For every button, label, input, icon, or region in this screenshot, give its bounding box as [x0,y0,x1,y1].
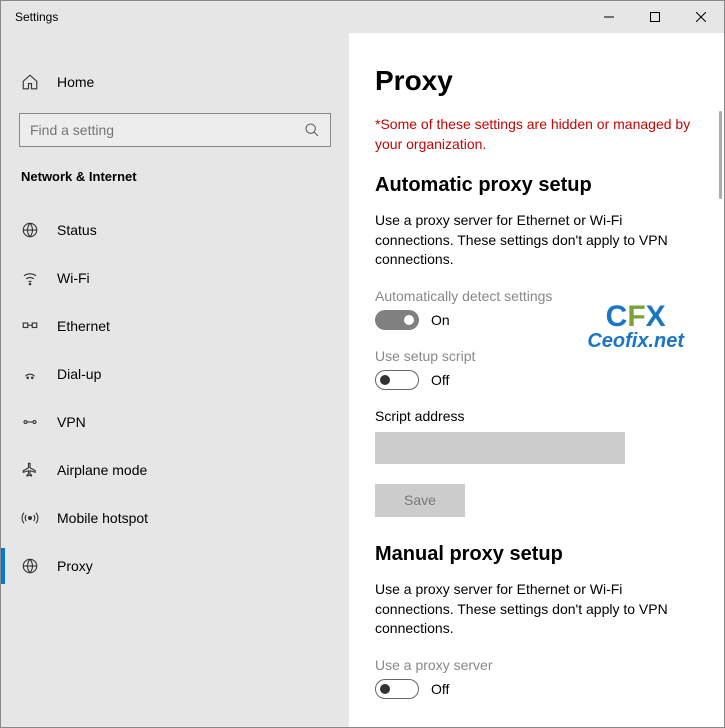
home-icon [21,73,39,91]
script-address-input[interactable] [375,432,625,464]
sidebar-item-label: Mobile hotspot [57,510,148,526]
maximize-button[interactable] [632,1,678,33]
minimize-button[interactable] [586,1,632,33]
sidebar-item-label: Dial-up [57,366,101,382]
content-pane: Proxy *Some of these settings are hidden… [349,33,724,727]
section-title: Network & Internet [1,169,349,184]
setup-script-label: Use setup script [375,348,696,364]
hotspot-icon [21,509,39,527]
sidebar: Home Network & Internet Status Wi-Fi Eth… [1,33,349,727]
proxy-icon [21,557,39,575]
sidebar-item-hotspot[interactable]: Mobile hotspot [1,494,349,542]
scrollbar[interactable] [719,111,722,199]
auto-desc: Use a proxy server for Ethernet or Wi-Fi… [375,211,696,270]
status-icon [21,221,39,239]
sidebar-item-label: Ethernet [57,318,110,334]
sidebar-item-wifi[interactable]: Wi-Fi [1,254,349,302]
auto-detect-toggle [375,310,419,330]
sidebar-item-dialup[interactable]: Dial-up [1,350,349,398]
save-button[interactable]: Save [375,484,465,517]
airplane-icon [21,461,39,479]
sidebar-item-label: Wi-Fi [57,270,90,286]
close-button[interactable] [678,1,724,33]
auto-detect-state: On [431,312,450,328]
sidebar-item-proxy[interactable]: Proxy [1,542,349,590]
window-controls [586,1,724,33]
manual-desc: Use a proxy server for Ethernet or Wi-Fi… [375,580,696,639]
window-title: Settings [15,10,58,24]
auto-heading: Automatic proxy setup [375,174,696,197]
auto-detect-label: Automatically detect settings [375,288,696,304]
setup-script-state: Off [431,372,449,388]
manual-heading: Manual proxy setup [375,543,696,566]
use-proxy-toggle[interactable] [375,679,419,699]
sidebar-item-airplane[interactable]: Airplane mode [1,446,349,494]
wifi-icon [21,269,39,287]
search-input[interactable] [30,122,304,138]
vpn-icon [21,413,39,431]
page-title: Proxy [375,65,696,97]
sidebar-item-label: Proxy [57,558,93,574]
dialup-icon [21,365,39,383]
sidebar-item-vpn[interactable]: VPN [1,398,349,446]
script-address-label: Script address [375,408,696,424]
org-warning: *Some of these settings are hidden or ma… [375,115,696,154]
sidebar-item-label: Status [57,222,97,238]
use-proxy-label: Use a proxy server [375,657,696,673]
sidebar-item-label: Airplane mode [57,462,147,478]
home-label: Home [57,74,94,90]
home-button[interactable]: Home [1,63,349,101]
ethernet-icon [21,317,39,335]
titlebar: Settings [1,1,724,33]
sidebar-item-status[interactable]: Status [1,206,349,254]
sidebar-item-label: VPN [57,414,86,430]
sidebar-item-ethernet[interactable]: Ethernet [1,302,349,350]
setup-script-toggle[interactable] [375,370,419,390]
use-proxy-state: Off [431,681,449,697]
search-box[interactable] [19,113,331,147]
search-icon [304,122,320,138]
